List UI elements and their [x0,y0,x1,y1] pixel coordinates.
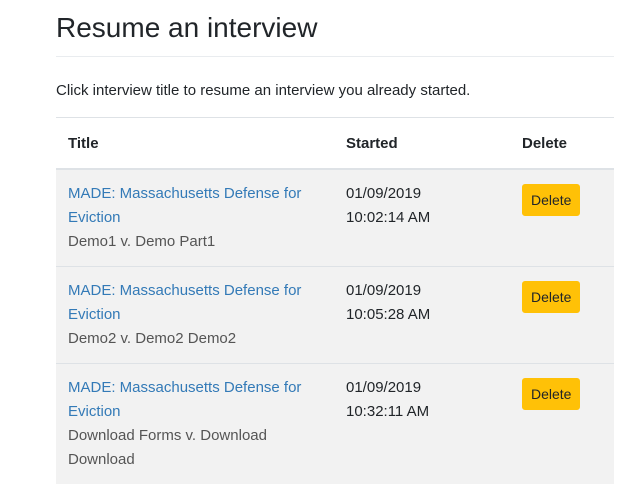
table-body: MADE: Massachusetts Defense for Eviction… [56,169,614,484]
header-started: Started [334,118,510,170]
interview-title-link[interactable]: MADE: Massachusetts Defense for Eviction [68,376,322,424]
interview-title-link[interactable]: MADE: Massachusetts Defense for Eviction [68,279,322,327]
started-date: 01/09/2019 [346,282,422,299]
started-date: 01/09/2019 [346,185,422,202]
title-cell: MADE: Massachusetts Defense for Eviction… [56,169,334,267]
interviews-table: Title Started Delete MADE: Massachusetts… [56,118,614,484]
delete-button[interactable]: Delete [522,184,581,216]
instructions-text: Click interview title to resume an inter… [56,81,614,118]
started-time: 10:32:11 AM [346,403,430,420]
delete-cell: Delete [510,169,614,267]
delete-cell: Delete [510,363,614,484]
main-content: Resume an interview Click interview titl… [56,0,614,484]
page-title: Resume an interview [56,12,614,57]
title-cell: MADE: Massachusetts Defense for Eviction… [56,266,334,364]
table-header: Title Started Delete [56,118,614,170]
header-delete: Delete [510,118,614,170]
table-row: MADE: Massachusetts Defense for Eviction… [56,363,614,484]
interview-subtitle: Demo2 v. Demo2 Demo2 [68,330,237,347]
delete-button[interactable]: Delete [522,378,581,410]
header-row: Title Started Delete [56,118,614,170]
started-cell: 01/09/2019 10:32:11 AM [334,363,510,484]
delete-cell: Delete [510,266,614,364]
delete-button[interactable]: Delete [522,281,581,313]
header-title: Title [56,118,334,170]
interview-subtitle: Download Forms v. Download Download [68,427,267,468]
started-date: 01/09/2019 [346,379,422,396]
started-cell: 01/09/2019 10:05:28 AM [334,266,510,364]
interview-subtitle: Demo1 v. Demo Part1 [68,233,216,250]
title-cell: MADE: Massachusetts Defense for Eviction… [56,363,334,484]
table-row: MADE: Massachusetts Defense for Eviction… [56,169,614,267]
started-time: 10:05:28 AM [346,306,431,323]
table-row: MADE: Massachusetts Defense for Eviction… [56,266,614,364]
started-cell: 01/09/2019 10:02:14 AM [334,169,510,267]
started-time: 10:02:14 AM [346,209,431,226]
interview-title-link[interactable]: MADE: Massachusetts Defense for Eviction [68,182,322,230]
